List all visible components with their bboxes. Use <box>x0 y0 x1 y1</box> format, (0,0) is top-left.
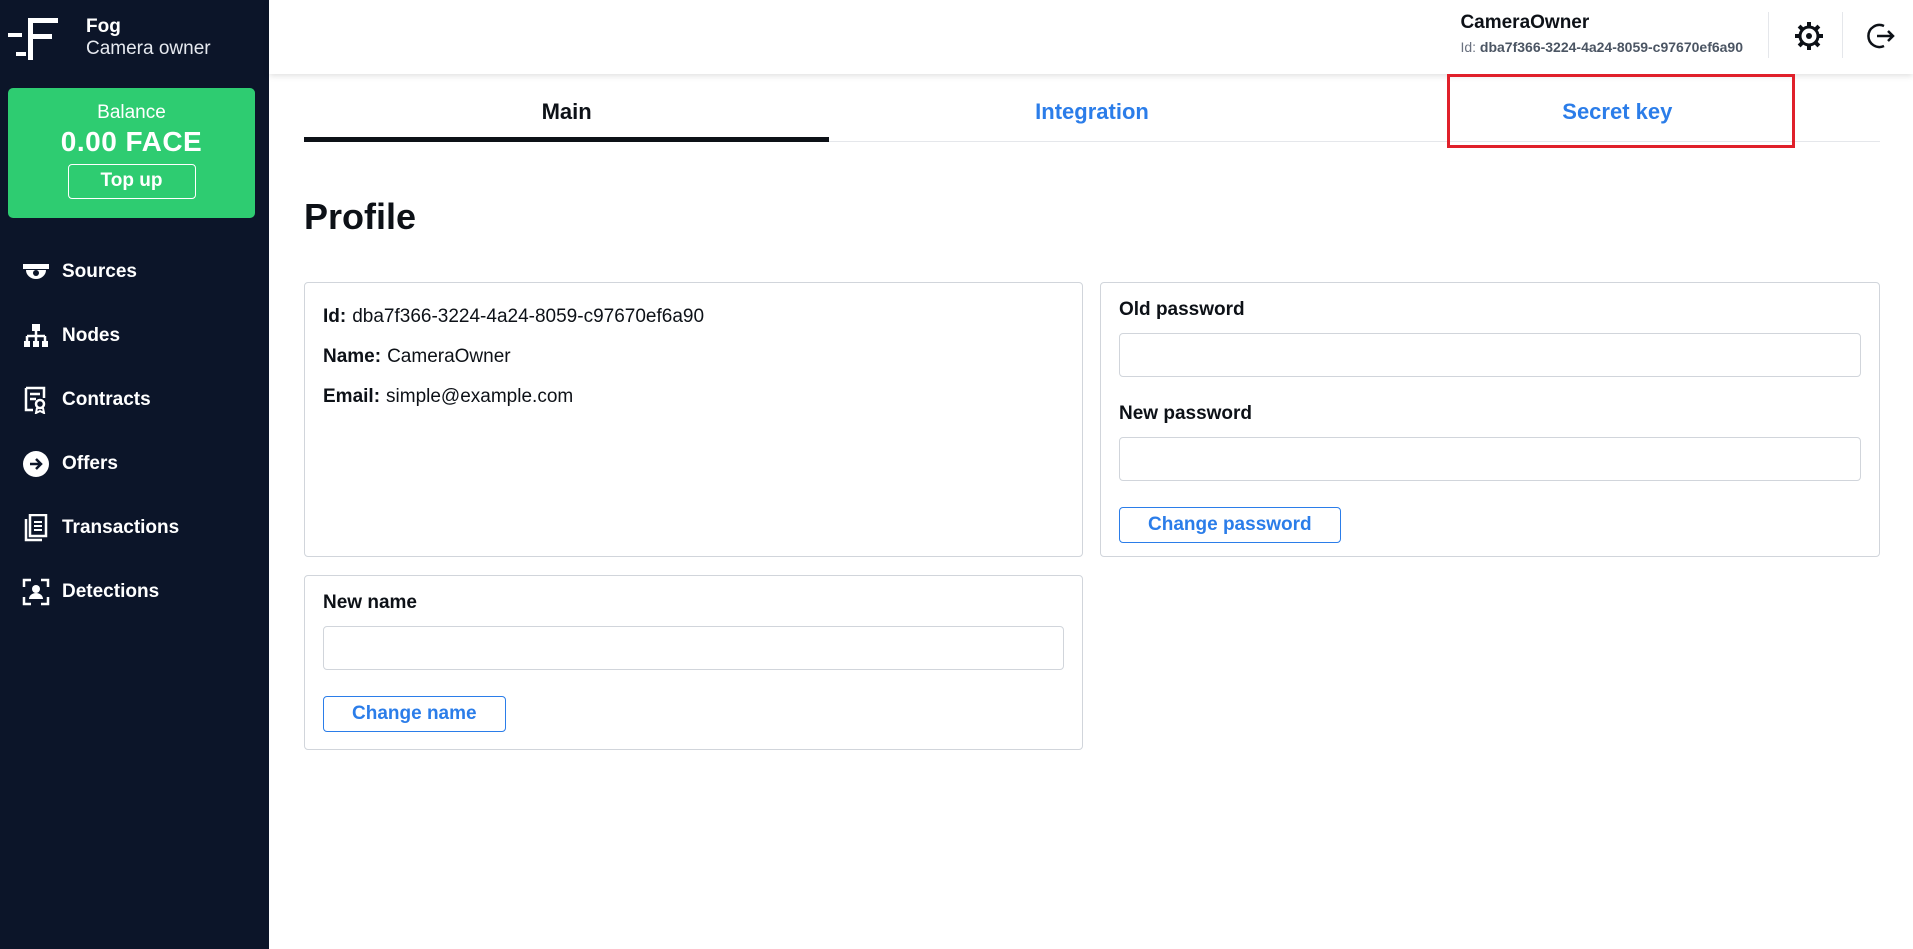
gear-icon <box>1795 22 1823 50</box>
header-divider <box>1842 12 1843 58</box>
profile-email-row: Email: simple@example.com <box>323 377 1064 417</box>
sidebar-item-label: Offers <box>62 453 118 474</box>
network-icon <box>22 322 50 350</box>
new-name-field[interactable] <box>323 626 1064 670</box>
sidebar-item-label: Sources <box>62 261 137 282</box>
sidebar: Fog Camera owner Balance 0.00 FACE Top u… <box>0 0 269 949</box>
top-header: CameraOwner Id: dba7f366-3224-4a24-8059-… <box>269 0 1913 74</box>
profile-tabs: Main Integration Secret key <box>304 76 1880 142</box>
sidebar-item-transactions[interactable]: Transactions <box>0 496 269 560</box>
sidebar-item-contracts[interactable]: Contracts <box>0 368 269 432</box>
sidebar-item-label: Transactions <box>62 517 180 538</box>
camera-icon <box>22 258 50 286</box>
face-scan-icon <box>22 578 50 606</box>
profile-info-card: Id: dba7f366-3224-4a24-8059-c97670ef6a90 … <box>304 282 1083 557</box>
new-password-label: New password <box>1119 403 1253 424</box>
user-name: CameraOwner <box>1460 12 1590 33</box>
user-id: Id: dba7f366-3224-4a24-8059-c97670ef6a90 <box>1460 39 1743 55</box>
brand-name: Fog <box>86 16 121 37</box>
change-password-card: Old password New password Change passwor… <box>1100 282 1880 557</box>
profile-email-value: simple@example.com <box>386 386 574 407</box>
profile-name-row: Name: CameraOwner <box>323 337 1064 377</box>
profile-id-label: Id: <box>323 306 347 327</box>
fog-logo-icon <box>8 18 58 60</box>
tab-main[interactable]: Main <box>304 76 830 142</box>
page-title: Profile <box>304 196 417 237</box>
sidebar-item-offers[interactable]: Offers <box>0 432 269 496</box>
user-info: CameraOwner Id: dba7f366-3224-4a24-8059-… <box>1460 12 1743 55</box>
tab-secret-key[interactable]: Secret key <box>1355 76 1880 141</box>
sidebar-item-label: Contracts <box>62 389 151 410</box>
balance-value: 0.00 FACE <box>60 126 203 157</box>
brand[interactable]: Fog Camera owner <box>8 14 211 62</box>
profile-name-value: CameraOwner <box>387 346 511 367</box>
change-name-card: New name Change name <box>304 575 1083 750</box>
logout-button[interactable] <box>1861 16 1901 56</box>
sidebar-item-label: Nodes <box>62 325 121 346</box>
arrow-right-circle-icon <box>22 450 50 478</box>
documents-icon <box>22 514 50 542</box>
header-divider <box>1768 12 1769 58</box>
contract-icon <box>22 386 50 414</box>
profile-id-row: Id: dba7f366-3224-4a24-8059-c97670ef6a90 <box>323 297 1064 337</box>
sidebar-item-detections[interactable]: Detections <box>0 560 269 624</box>
sidebar-item-sources[interactable]: Sources <box>0 240 269 304</box>
logout-icon <box>1867 23 1895 49</box>
change-name-button[interactable]: Change name <box>323 696 506 732</box>
user-id-label: Id: <box>1460 39 1477 55</box>
old-password-label: Old password <box>1119 299 1245 320</box>
sidebar-nav: Sources Nodes Contracts Offers Transacti… <box>0 240 269 624</box>
top-up-button[interactable]: Top up <box>67 164 196 199</box>
tab-integration[interactable]: Integration <box>829 76 1354 141</box>
sidebar-item-nodes[interactable]: Nodes <box>0 304 269 368</box>
brand-role: Camera owner <box>86 38 211 59</box>
balance-label: Balance <box>97 102 166 123</box>
user-id-value: dba7f366-3224-4a24-8059-c97670ef6a90 <box>1479 39 1743 55</box>
sidebar-item-label: Detections <box>62 581 160 602</box>
profile-email-label: Email: <box>323 386 381 407</box>
old-password-field[interactable] <box>1119 333 1861 377</box>
profile-name-label: Name: <box>323 346 382 367</box>
profile-id-value: dba7f366-3224-4a24-8059-c97670ef6a90 <box>352 306 705 327</box>
new-name-label: New name <box>323 592 417 613</box>
balance-card: Balance 0.00 FACE Top up <box>8 88 255 218</box>
settings-button[interactable] <box>1789 16 1829 56</box>
new-password-field[interactable] <box>1119 437 1861 481</box>
change-password-button[interactable]: Change password <box>1119 507 1341 543</box>
